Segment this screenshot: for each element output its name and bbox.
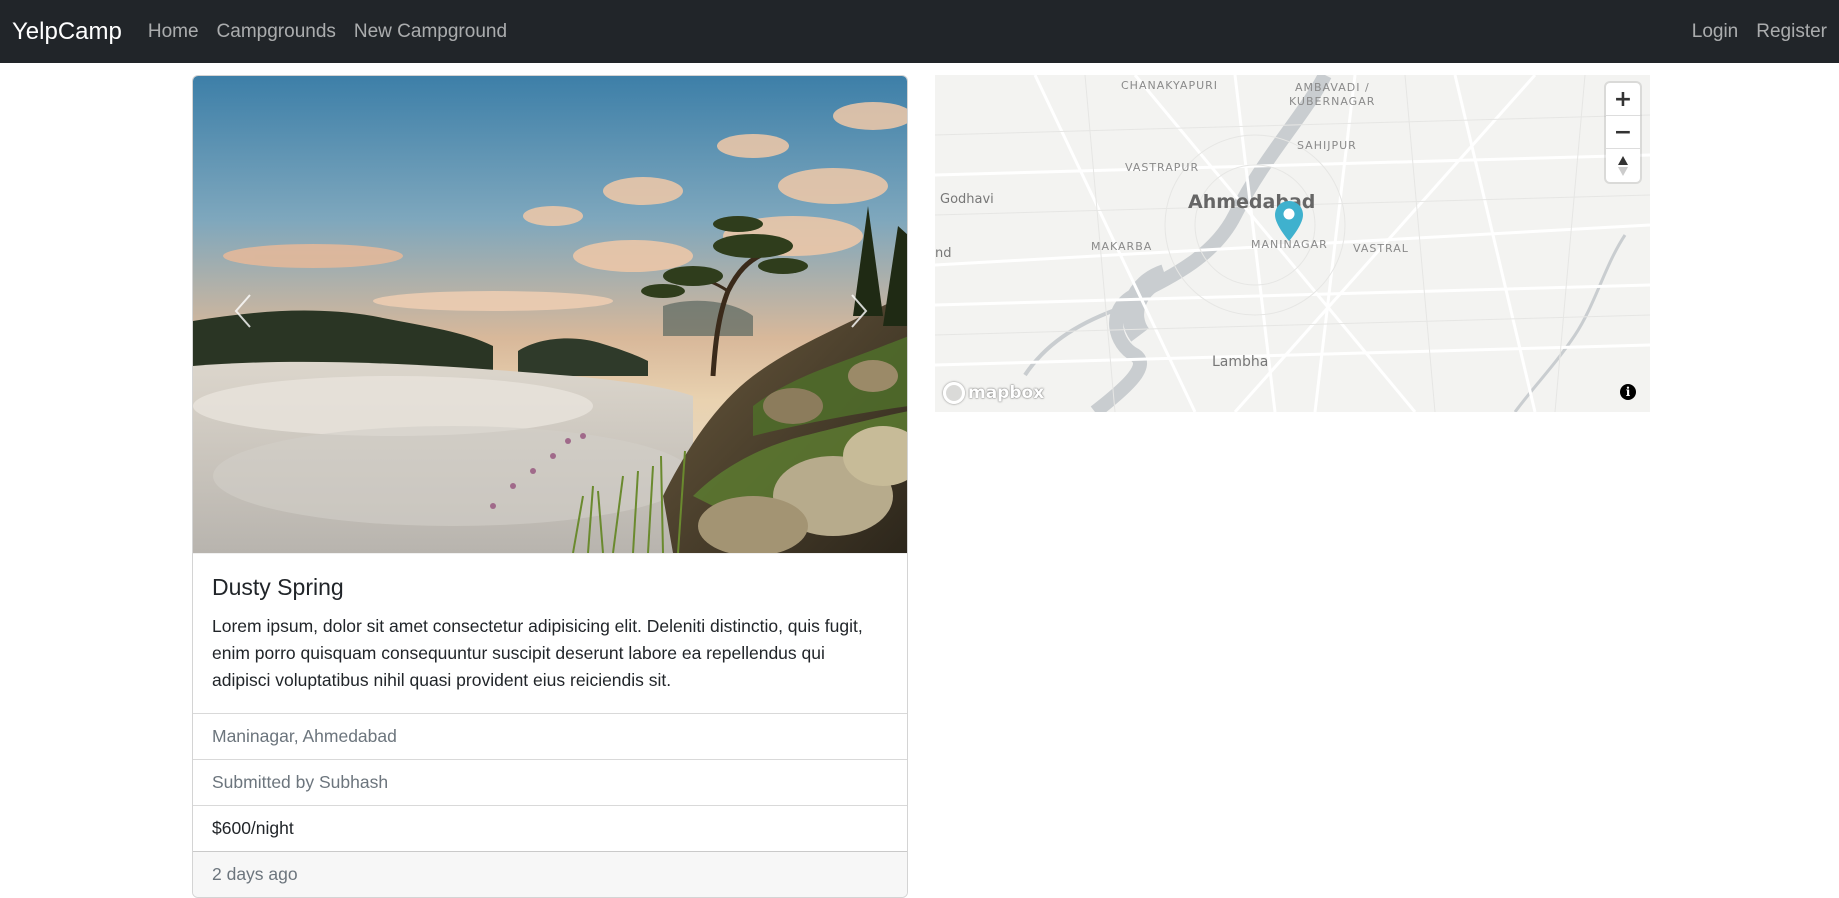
- map-label-sahijpur: SAHIJPUR: [1297, 139, 1357, 152]
- campground-author: Submitted by Subhash: [193, 759, 907, 805]
- campground-title: Dusty Spring: [212, 574, 344, 600]
- campground-description: Lorem ipsum, dolor sit amet consectetur …: [212, 616, 863, 690]
- campground-image: [193, 76, 907, 553]
- carousel-next-button[interactable]: [829, 266, 889, 356]
- attribution-info-icon[interactable]: i: [1620, 384, 1636, 400]
- map-label-lambha: Lambha: [1212, 354, 1268, 370]
- zoom-in-button[interactable]: +: [1606, 83, 1640, 116]
- navbar: YelpCamp Home Campgrounds New Campground…: [0, 0, 1839, 63]
- image-carousel[interactable]: [193, 76, 907, 553]
- mapbox-logo[interactable]: mapbox: [943, 382, 1044, 404]
- map-label-vastral: VASTRAL: [1353, 242, 1409, 255]
- map-label-ambavadi: AMBAVADI /: [1295, 81, 1370, 94]
- mapbox-logo-icon: [943, 382, 965, 404]
- mapbox-logo-text: mapbox: [968, 383, 1045, 403]
- compass-button[interactable]: [1606, 149, 1640, 182]
- carousel-prev-button[interactable]: [213, 266, 273, 356]
- card-footer-timestamp: 2 days ago: [193, 851, 907, 897]
- map-label-nd: nd: [935, 246, 952, 261]
- nav-home[interactable]: Home: [148, 21, 199, 43]
- map-marker-pin-icon[interactable]: [1274, 200, 1304, 242]
- card-body: Dusty Spring Lorem ipsum, dolor sit amet…: [193, 553, 907, 713]
- nav-login[interactable]: Login: [1692, 21, 1739, 43]
- map-label-vastrapur: VASTRAPUR: [1125, 161, 1199, 174]
- nav-new-campground[interactable]: New Campground: [354, 21, 507, 43]
- map-canvas[interactable]: CHANAKYAPURI AMBAVADI / KUBERNAGAR SAHIJ…: [935, 75, 1650, 412]
- compass-icon: [1618, 155, 1628, 176]
- nav-campgrounds[interactable]: Campgrounds: [217, 21, 336, 43]
- map-navigation-controls: + −: [1606, 83, 1640, 182]
- chevron-left-icon: [234, 294, 251, 328]
- map-label-chanakyapuri: CHANAKYAPURI: [1121, 79, 1218, 92]
- campground-price: $600/night: [193, 805, 907, 851]
- nav-register[interactable]: Register: [1756, 21, 1827, 43]
- map-label-makarba: MAKARBA: [1091, 240, 1152, 253]
- chevron-right-icon: [851, 294, 868, 328]
- map-label-godhavi: Godhavi: [940, 192, 994, 207]
- campground-location: Maninagar, Ahmedabad: [193, 713, 907, 759]
- map[interactable]: CHANAKYAPURI AMBAVADI / KUBERNAGAR SAHIJ…: [935, 75, 1650, 412]
- campground-card: Dusty Spring Lorem ipsum, dolor sit amet…: [192, 75, 908, 898]
- brand-logo[interactable]: YelpCamp: [12, 18, 122, 46]
- map-label-kubernagar: KUBERNAGAR: [1289, 95, 1375, 108]
- nav-right: Login Register: [1674, 21, 1827, 43]
- zoom-out-button[interactable]: −: [1606, 116, 1640, 149]
